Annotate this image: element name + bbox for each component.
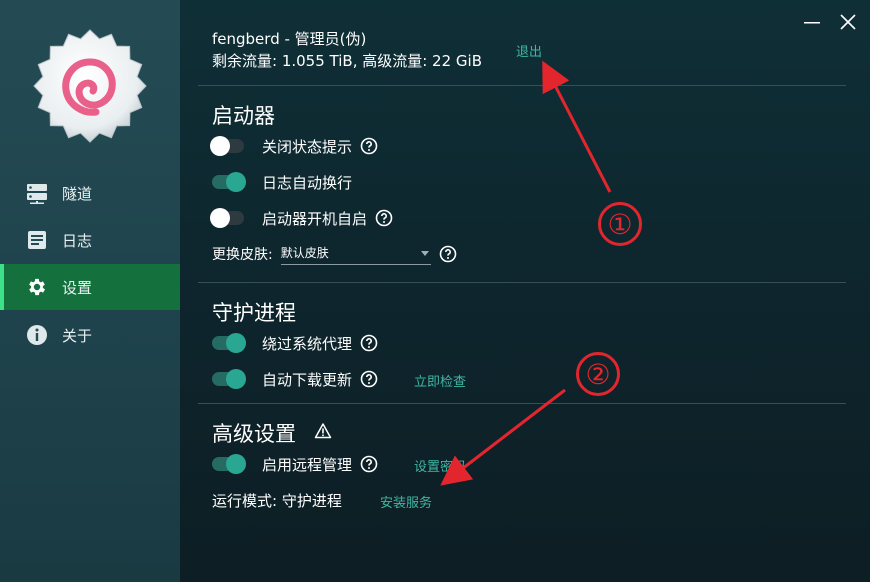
sidebar-item-tunnels[interactable]: 隧道 xyxy=(0,170,180,216)
help-icon[interactable] xyxy=(360,137,378,155)
sidebar-item-label: 关于 xyxy=(62,326,93,345)
warning-icon xyxy=(314,423,332,439)
mode-row: 运行模式: 守护进程 xyxy=(212,488,342,512)
chevron-down-icon xyxy=(420,251,429,256)
log-wrap-toggle[interactable] xyxy=(212,172,246,192)
install-service-link[interactable]: 安装服务 xyxy=(380,492,432,511)
minimize-icon[interactable] xyxy=(800,10,824,34)
option-label: 启动器开机自启 xyxy=(262,209,368,228)
help-icon[interactable] xyxy=(360,334,378,352)
sidebar-item-label: 日志 xyxy=(62,231,93,250)
skin-select-value: 默认皮肤 xyxy=(280,246,329,260)
traffic-info: 剩余流量: 1.055 TiB, 高级流量: 22 GiB xyxy=(212,52,482,70)
annotation-two: ② xyxy=(576,352,620,396)
help-icon[interactable] xyxy=(360,370,378,388)
section-title-daemon: 守护进程 xyxy=(212,301,296,325)
option-label: 关闭状态提示 xyxy=(262,137,353,156)
auto-update-toggle[interactable] xyxy=(212,369,246,389)
sidebar-item-settings[interactable]: 设置 xyxy=(0,264,180,310)
logout-link[interactable]: 退出 xyxy=(516,41,542,60)
bypass-proxy-toggle[interactable] xyxy=(212,333,246,353)
help-icon[interactable] xyxy=(375,209,393,227)
skin-label: 更换皮肤: xyxy=(212,247,273,263)
annotation-one: ① xyxy=(598,202,642,246)
option-row: 自动下载更新 xyxy=(212,367,378,391)
info-icon xyxy=(26,324,48,346)
sidebar: 隧道 日志 设置 关于 xyxy=(0,0,180,582)
settings-panel: fengberd - 管理员(伪) 剩余流量: 1.055 TiB, 高级流量:… xyxy=(180,0,870,582)
sidebar-item-label: 隧道 xyxy=(62,184,93,203)
help-icon[interactable] xyxy=(439,245,457,263)
user-name: fengberd - 管理员(伪) xyxy=(212,30,367,48)
option-row: 启用远程管理 xyxy=(212,452,378,476)
sidebar-item-label: 设置 xyxy=(62,278,93,297)
remote-admin-toggle[interactable] xyxy=(212,454,246,474)
option-row: 日志自动换行 xyxy=(212,170,352,194)
document-icon xyxy=(26,229,48,251)
option-label: 启用远程管理 xyxy=(262,455,353,474)
close-icon[interactable] xyxy=(836,10,860,34)
skin-row: 更换皮肤: 默认皮肤 xyxy=(212,242,457,266)
section-title-advanced: 高级设置 xyxy=(212,422,296,446)
divider xyxy=(198,403,846,404)
set-password-link[interactable]: 设置密码 xyxy=(414,456,466,475)
divider xyxy=(198,282,846,283)
status-hint-toggle[interactable] xyxy=(210,136,244,156)
option-row: 绕过系统代理 xyxy=(212,331,378,355)
run-mode-label: 运行模式: 守护进程 xyxy=(212,491,342,510)
help-icon[interactable] xyxy=(360,455,378,473)
app-logo xyxy=(33,29,147,143)
section-title-launcher: 启动器 xyxy=(212,104,275,128)
server-icon xyxy=(26,182,48,204)
option-label: 自动下载更新 xyxy=(262,370,353,389)
check-now-link[interactable]: 立即检查 xyxy=(414,371,466,390)
autostart-toggle[interactable] xyxy=(210,208,244,228)
option-label: 绕过系统代理 xyxy=(262,334,353,353)
sidebar-item-about[interactable]: 关于 xyxy=(0,312,180,358)
sidebar-item-logs[interactable]: 日志 xyxy=(0,217,180,263)
option-label: 日志自动换行 xyxy=(262,173,353,192)
gear-icon xyxy=(26,276,48,298)
divider xyxy=(198,85,846,86)
option-row: 关闭状态提示 xyxy=(210,134,378,158)
option-row: 启动器开机自启 xyxy=(210,206,393,230)
skin-select[interactable]: 默认皮肤 xyxy=(280,243,431,265)
